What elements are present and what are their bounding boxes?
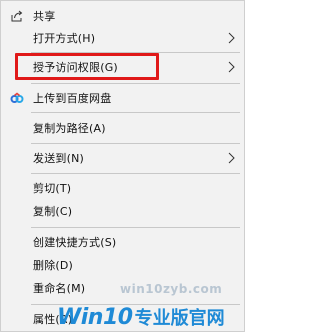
menu-item-label: 上传到百度网盘	[33, 92, 112, 105]
menu-item-label: 创建快捷方式(S)	[33, 236, 117, 249]
chevron-right-icon	[228, 61, 235, 73]
menu-item-label: 复制(C)	[33, 205, 73, 218]
menu-separator	[31, 112, 240, 113]
share-icon	[11, 10, 23, 22]
menu-item-share[interactable]: 共享	[1, 5, 244, 27]
menu-separator	[31, 83, 240, 84]
watermark-url: win10zyb.com	[120, 282, 223, 296]
highlight-box	[15, 53, 159, 80]
menu-separator	[31, 173, 240, 174]
chevron-right-icon	[228, 32, 235, 44]
menu-item-label: 共享	[33, 10, 56, 23]
chevron-right-icon	[228, 152, 235, 164]
menu-item-label: 删除(D)	[33, 259, 74, 272]
menu-item-send-to[interactable]: 发送到(N)	[1, 147, 244, 169]
watermark-logo-win: Win10	[57, 304, 133, 330]
menu-item-copy-as-path[interactable]: 复制为路径(A)	[1, 117, 244, 139]
menu-separator	[31, 227, 240, 228]
menu-item-cut[interactable]: 剪切(T)	[1, 177, 244, 199]
menu-item-label: 剪切(T)	[33, 182, 72, 195]
menu-item-label: 复制为路径(A)	[33, 122, 106, 135]
menu-item-copy[interactable]: 复制(C)	[1, 200, 244, 222]
menu-item-create-shortcut[interactable]: 创建快捷方式(S)	[1, 231, 244, 253]
menu-separator	[31, 143, 240, 144]
menu-item-open-with[interactable]: 打开方式(H)	[1, 27, 244, 49]
watermark-logo: Win10 专业版官网	[57, 303, 225, 331]
baidu-netdisk-icon	[10, 92, 24, 103]
menu-item-delete[interactable]: 删除(D)	[1, 254, 244, 276]
menu-item-upload-baidu[interactable]: 上传到百度网盘	[1, 87, 244, 109]
menu-item-label: 重命名(M)	[33, 282, 86, 295]
menu-item-label: 打开方式(H)	[33, 32, 96, 45]
menu-item-label: 发送到(N)	[33, 152, 85, 165]
watermark-logo-text: 专业版官网	[134, 308, 225, 329]
